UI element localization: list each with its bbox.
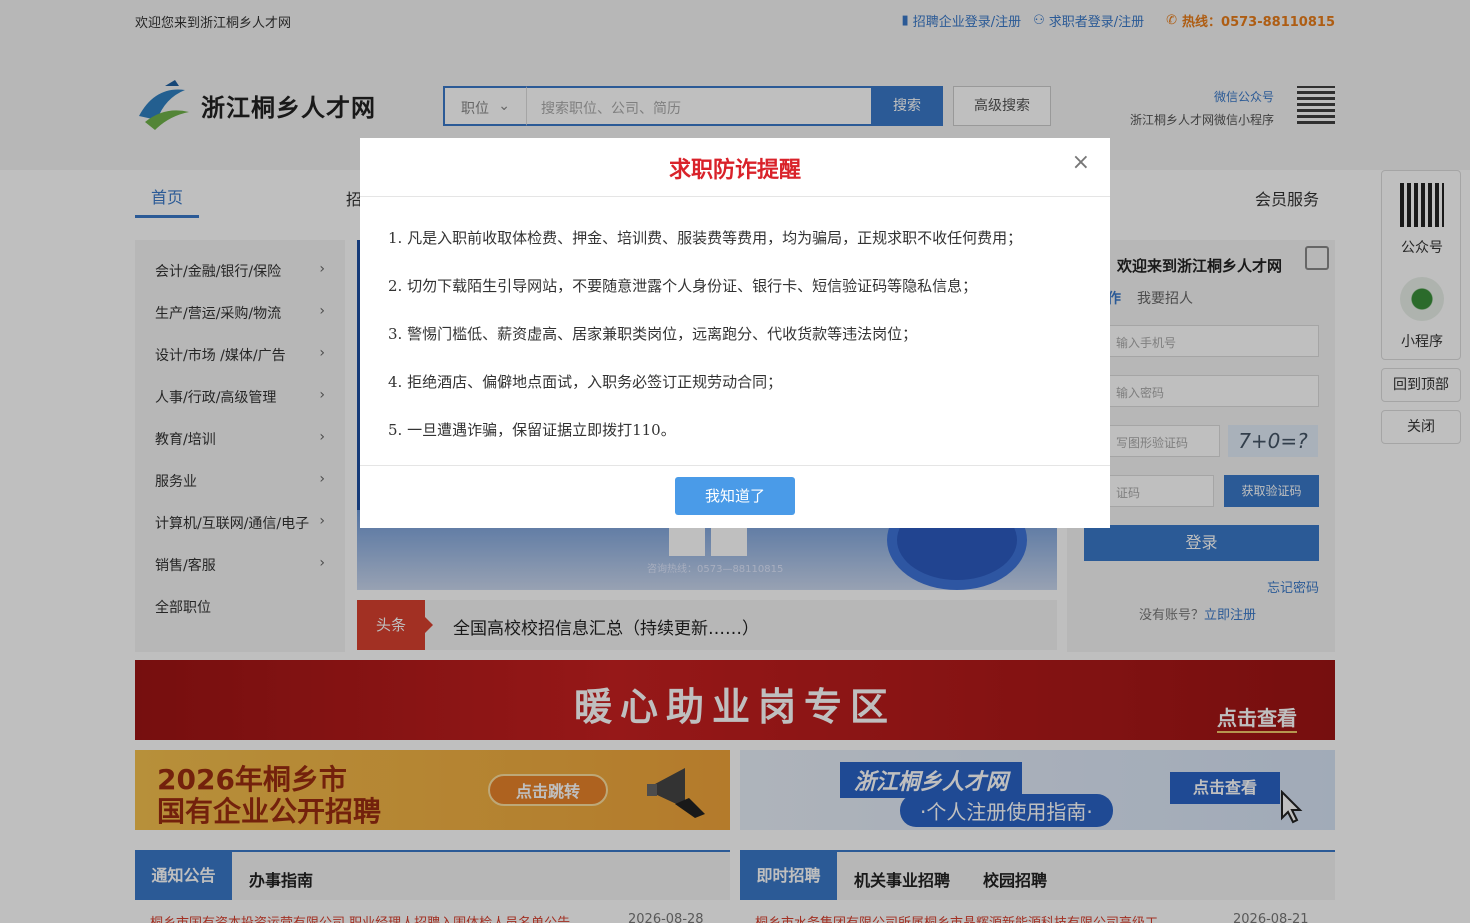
modal-warning-line: 1. 凡是入职前收取体检费、押金、培训费、服装费等费用，均为骗局，正规求职不收任… xyxy=(388,229,1023,247)
modal-title: 求职防诈提醒 xyxy=(668,158,801,183)
acknowledge-button[interactable]: 我知道了 xyxy=(675,477,795,515)
modal-divider xyxy=(360,196,1110,197)
modal-warning-line: 4. 拒绝酒店、偏僻地点面试，入职务必签订正规劳动合同； xyxy=(388,373,783,391)
modal-warning-line: 3. 警惕门槛低、薪资虚高、居家兼职类岗位，远离跑分、代收货款等违法岗位； xyxy=(388,325,918,343)
modal-divider xyxy=(360,465,1110,466)
close-icon[interactable]: × xyxy=(1072,150,1090,175)
modal-warning-line: 5. 一旦遭遇诈骗，保留证据立即拨打110。 xyxy=(388,421,676,439)
modal-warning-line: 2. 切勿下载陌生引导网站，不要随意泄露个人身份证、银行卡、短信验证码等隐私信息… xyxy=(388,277,978,295)
anti-fraud-modal: 求职防诈提醒 × 1. 凡是入职前收取体检费、押金、培训费、服装费等费用，均为骗… xyxy=(360,138,1110,528)
